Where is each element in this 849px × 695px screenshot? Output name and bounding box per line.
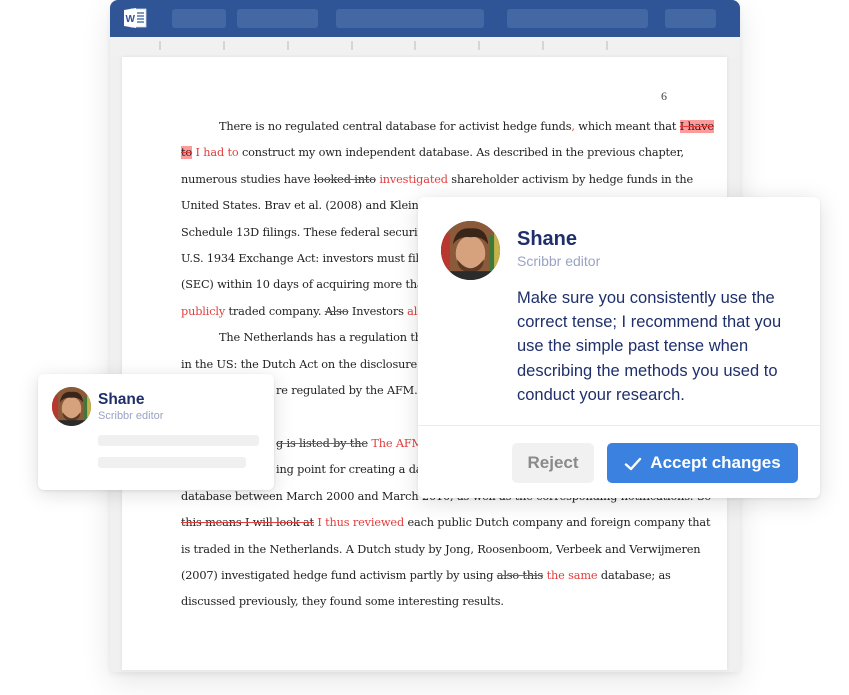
editor-avatar-icon bbox=[441, 221, 500, 280]
text-line: (2007) investigated hedge fund activism … bbox=[181, 563, 676, 589]
text: (2007) investigated hedge fund activism … bbox=[181, 568, 497, 582]
divider bbox=[418, 425, 820, 426]
ruler-tick bbox=[351, 41, 353, 50]
deletion[interactable]: g is listed by the bbox=[276, 437, 368, 450]
insertion[interactable]: investigated bbox=[379, 173, 448, 186]
text: Investors bbox=[348, 304, 408, 318]
deletion[interactable]: this means I will look at bbox=[181, 516, 314, 529]
text: numerous studies have bbox=[181, 172, 314, 186]
insertion[interactable]: I thus reviewed bbox=[317, 516, 404, 529]
text-line: is traded in the Netherlands. A Dutch st… bbox=[181, 542, 701, 556]
author-name: Shane bbox=[98, 391, 145, 408]
comment-card[interactable]: Shane Scribbr editor Make sure you consi… bbox=[418, 197, 820, 498]
toolbar-button-4[interactable] bbox=[507, 9, 648, 28]
word-logo-icon: W bbox=[123, 7, 147, 29]
text-line: numerous studies have looked into invest… bbox=[181, 167, 693, 193]
ruler bbox=[110, 37, 740, 57]
ruler-tick bbox=[606, 41, 608, 50]
ruler-tick bbox=[542, 41, 544, 50]
placeholder-line bbox=[98, 457, 246, 468]
avatar bbox=[52, 387, 91, 426]
text: There is no regulated central database f… bbox=[219, 120, 572, 133]
text-line: There is no regulated central database f… bbox=[181, 114, 714, 140]
text: shareholder activism by hedge funds in t… bbox=[447, 172, 694, 186]
author-name: Shane bbox=[517, 228, 578, 250]
text-line: discussed previously, they found some in… bbox=[181, 595, 504, 609]
accept-changes-button[interactable]: Accept changes bbox=[607, 443, 798, 483]
text-line: to I had to construct my own independent… bbox=[181, 140, 684, 166]
deletion[interactable]: looked into bbox=[314, 173, 376, 186]
toolbar-button-2[interactable] bbox=[237, 9, 318, 28]
title-bar: W bbox=[110, 0, 740, 37]
check-icon bbox=[624, 456, 642, 471]
deletion[interactable]: Also bbox=[325, 305, 349, 318]
placeholder-line bbox=[98, 435, 259, 446]
author-role: Scribbr editor bbox=[98, 410, 164, 422]
accept-label: Accept changes bbox=[650, 453, 781, 472]
text: database; as bbox=[597, 568, 671, 582]
text: construct my own independent database. A… bbox=[238, 146, 684, 160]
deletion-highlighted[interactable]: to bbox=[181, 146, 192, 160]
text: each public Dutch company and foreign co… bbox=[404, 516, 711, 530]
ruler-tick bbox=[414, 41, 416, 50]
page-number: 6 bbox=[661, 89, 667, 103]
toolbar-button-3[interactable] bbox=[336, 9, 484, 28]
insertion[interactable]: I had to bbox=[196, 146, 239, 159]
toolbar-button-5[interactable] bbox=[665, 9, 716, 28]
author-role: Scribbr editor bbox=[517, 253, 601, 269]
insertion[interactable]: publicly bbox=[181, 305, 225, 318]
text: which meant that bbox=[574, 120, 680, 133]
svg-text:W: W bbox=[126, 14, 136, 25]
comment-message: Make sure you consistently use the corre… bbox=[517, 289, 782, 404]
insertion[interactable]: the same bbox=[547, 569, 598, 582]
reject-button[interactable]: Reject bbox=[512, 443, 594, 483]
text-line: this means I will look at I thus reviewe… bbox=[181, 510, 711, 536]
ruler-tick bbox=[287, 41, 289, 50]
editor-avatar-icon bbox=[52, 387, 91, 426]
text: traded company. bbox=[225, 304, 325, 318]
deletion-highlighted[interactable]: I have bbox=[679, 120, 714, 133]
ruler-tick bbox=[159, 41, 161, 50]
toolbar-button-1[interactable] bbox=[172, 9, 226, 28]
ruler-tick bbox=[223, 41, 225, 50]
ruler-tick bbox=[478, 41, 480, 50]
mini-comment-card[interactable]: Shane Scribbr editor bbox=[38, 374, 274, 490]
deletion[interactable]: also this bbox=[497, 569, 544, 582]
avatar bbox=[441, 221, 500, 280]
